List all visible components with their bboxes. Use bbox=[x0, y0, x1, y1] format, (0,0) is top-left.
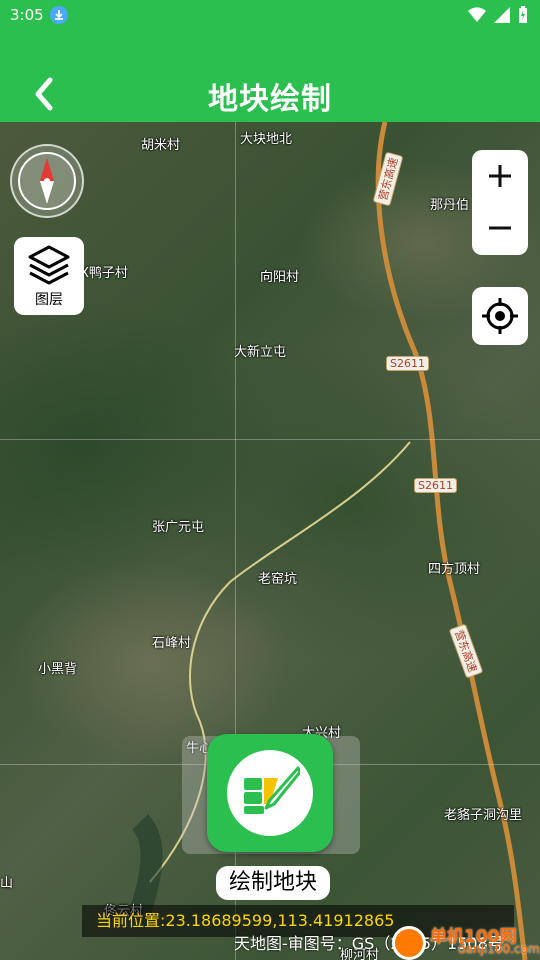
page-title: 地块绘制 bbox=[208, 82, 332, 117]
place-label: 石峰村 bbox=[152, 636, 192, 651]
place-label: 小黑背 bbox=[38, 662, 78, 677]
battery-icon bbox=[519, 6, 527, 23]
place-label: 老窑坑 bbox=[258, 572, 298, 587]
draw-plot-label: 绘制地块 bbox=[216, 866, 330, 900]
place-label: 胡米村 bbox=[141, 138, 181, 153]
compass[interactable] bbox=[10, 144, 84, 218]
road-label: S2611 bbox=[386, 356, 429, 371]
minus-icon bbox=[489, 226, 511, 230]
watermark-logo-icon bbox=[392, 926, 426, 960]
app-bar: 地块绘制 bbox=[0, 30, 540, 122]
signal-icon bbox=[494, 7, 510, 23]
zoom-controls bbox=[472, 150, 528, 255]
grid-line bbox=[0, 439, 540, 440]
draw-icon-circle bbox=[227, 750, 313, 836]
zoom-out-button[interactable] bbox=[472, 202, 528, 254]
place-label: 大新立屯 bbox=[234, 345, 287, 360]
place-label: X鸭子村 bbox=[80, 266, 128, 281]
place-label: 老貉子洞沟里 bbox=[444, 808, 523, 823]
place-label: 山 bbox=[0, 876, 14, 891]
status-icons bbox=[468, 6, 528, 24]
plus-icon bbox=[489, 165, 511, 187]
crosshair-icon bbox=[482, 298, 518, 334]
place-label: 大块地北 bbox=[240, 132, 293, 147]
satellite-map[interactable]: 胡米村 大块地北 那丹伯 X鸭子村 向阳村 大新立屯 张广元屯 老窑坑 四方顶村… bbox=[0, 122, 540, 960]
compass-icon bbox=[18, 152, 76, 210]
road-label: S2611 bbox=[414, 478, 457, 493]
download-icon bbox=[50, 6, 68, 24]
status-time: 3:05 bbox=[10, 6, 44, 24]
place-label: 向阳村 bbox=[260, 270, 300, 285]
place-label: 那丹伯 bbox=[430, 198, 470, 213]
layer-button[interactable]: 图层 bbox=[14, 237, 84, 315]
zoom-in-button[interactable] bbox=[472, 150, 528, 202]
wifi-icon bbox=[468, 7, 486, 23]
locate-button[interactable] bbox=[472, 287, 528, 345]
watermark-url: danji100.com bbox=[458, 942, 540, 956]
draw-plot-button[interactable] bbox=[207, 734, 333, 852]
draw-plot-icon bbox=[244, 766, 300, 814]
place-label: 张广元屯 bbox=[152, 520, 205, 535]
layers-icon bbox=[28, 245, 70, 285]
place-label: 四方顶村 bbox=[428, 562, 481, 577]
layer-label: 图层 bbox=[35, 292, 63, 308]
status-bar: 3:05 bbox=[0, 0, 540, 30]
watermark: 单机100网 danji100.com bbox=[392, 922, 540, 960]
